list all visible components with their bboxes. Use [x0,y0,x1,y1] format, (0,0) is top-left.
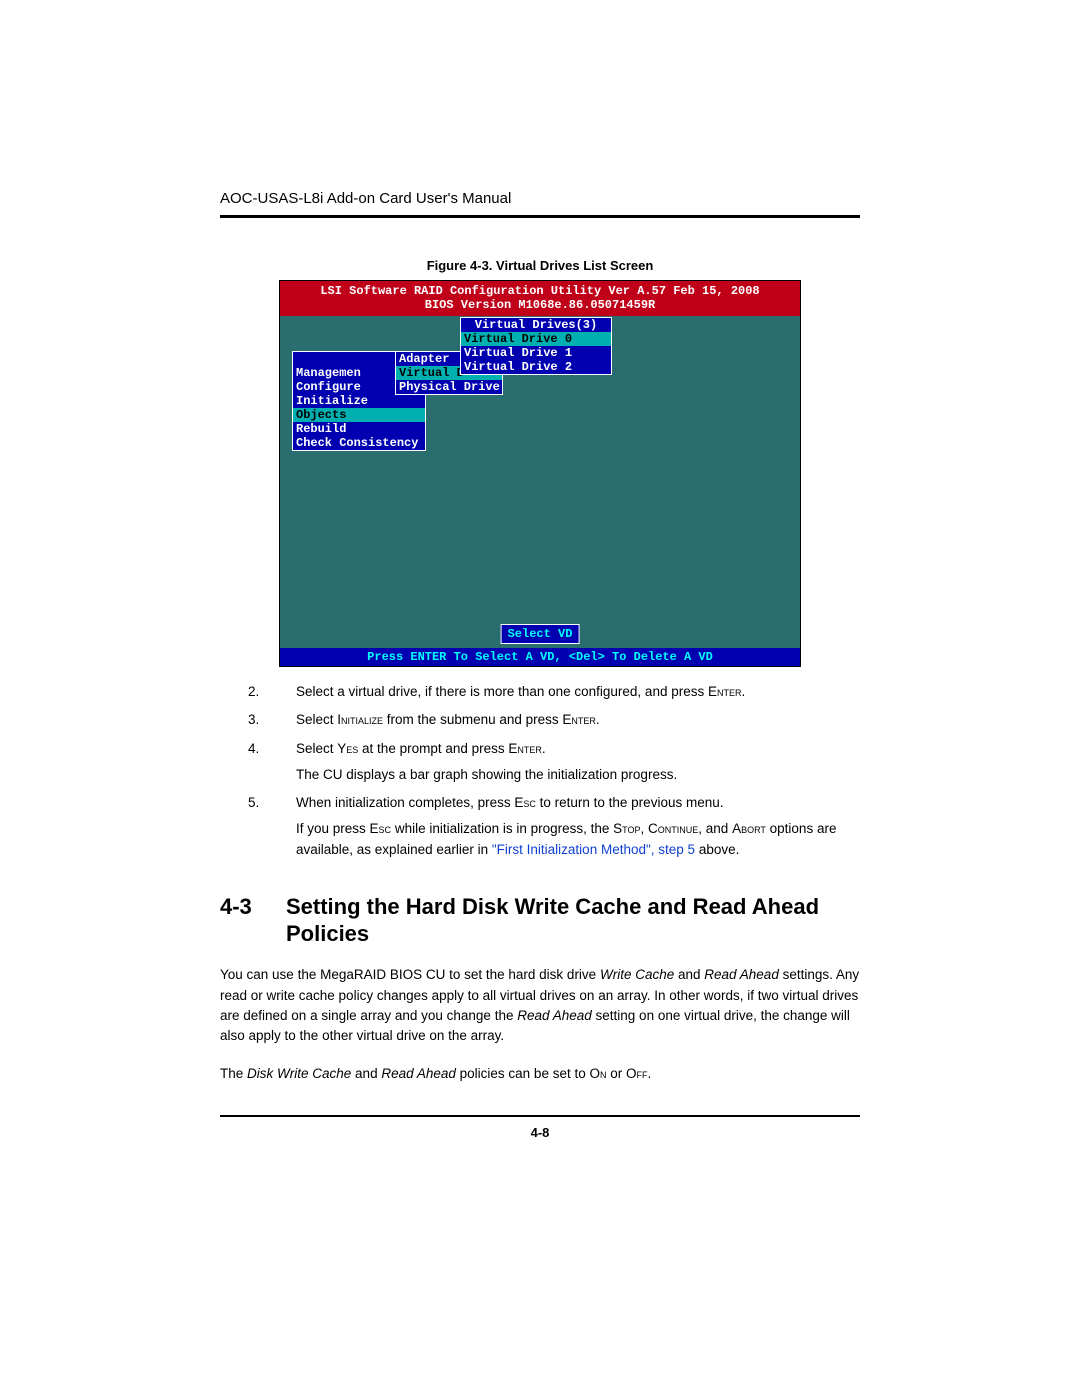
bios-screenshot: LSI Software RAID Configuration Utility … [280,281,800,666]
body-text: or [606,1066,626,1081]
menu-item-initialize[interactable]: Initialize [293,394,425,408]
step-text: , and [698,821,732,836]
page-number: 4-8 [220,1125,860,1140]
key-initialize: Initialize [337,712,383,727]
body-paragraph-2: The Disk Write Cache and Read Ahead poli… [220,1064,860,1084]
key-esc: Esc [514,795,536,810]
section-number: 4-3 [220,894,286,948]
key-enter: Enter [708,684,742,699]
menu-item-objects[interactable]: Objects [293,408,425,422]
key-esc: Esc [370,821,392,836]
xref-link[interactable]: "First Initialization Method", step 5 [492,842,695,857]
step-text: If you press [296,821,370,836]
footer-rule [220,1115,860,1117]
step-5: 5. When initialization completes, press … [220,793,860,860]
body-paragraph-1: You can use the MegaRAID BIOS CU to set … [220,965,860,1046]
step-text: Select [296,741,337,756]
bios-footer: Press ENTER To Select A VD, <Del> To Del… [280,648,800,666]
body-text: The [220,1066,247,1081]
term-disk-write-cache: Disk Write Cache [247,1066,351,1081]
step-text: . [542,741,546,756]
bios-header: LSI Software RAID Configuration Utility … [280,281,800,316]
step-text: Select [296,712,337,727]
body-text: . [648,1066,652,1081]
menu-item-physical-drive[interactable]: Physical Drive [396,380,502,394]
value-on: On [589,1066,606,1081]
header-rule [220,215,860,218]
menu-item-check-consistency[interactable]: Check Consistency [293,436,425,450]
key-stop: Stop [613,821,640,836]
running-header: AOC-USAS-L8i Add-on Card User's Manual [220,190,860,207]
step-text: at the prompt and press [358,741,508,756]
body-text: policies can be set to [456,1066,590,1081]
body-text: and [674,967,704,982]
key-abort: Abort [732,821,766,836]
term-write-cache: Write Cache [600,967,674,982]
step-text: When initialization completes, press [296,795,514,810]
step-3: 3. Select Initialize from the submenu an… [220,710,860,730]
bios-vd-title: Virtual Drives(3) [461,318,611,332]
body-text: and [351,1066,381,1081]
menu-item-rebuild[interactable]: Rebuild [293,422,425,436]
bios-header-line2: BIOS Version M1068e.86.05071459R [280,298,800,312]
menu-item-vd1[interactable]: Virtual Drive 1 [461,346,611,360]
key-enter: Enter [562,712,596,727]
body-text: You can use the MegaRAID BIOS CU to set … [220,967,600,982]
step-number: 4. [220,739,296,786]
section-heading: 4-3 Setting the Hard Disk Write Cache an… [220,894,860,948]
figure-caption: Figure 4-3. Virtual Drives List Screen [220,258,860,273]
step-text: Select a virtual drive, if there is more… [296,684,708,699]
key-enter: Enter [508,741,542,756]
value-off: Off [626,1066,648,1081]
step-text: to return to the previous menu. [536,795,724,810]
key-yes: Yes [337,741,358,756]
menu-item-vd2[interactable]: Virtual Drive 2 [461,360,611,374]
term-read-ahead: Read Ahead [704,967,779,982]
step-2: 2. Select a virtual drive, if there is m… [220,682,860,702]
section-title: Setting the Hard Disk Write Cache and Re… [286,894,860,948]
step-text: . [741,684,745,699]
bios-vd-menu: Virtual Drives(3) Virtual Drive 0 Virtua… [460,317,612,375]
step-text: from the submenu and press [383,712,562,727]
step-text: , [641,821,649,836]
bios-header-line1: LSI Software RAID Configuration Utility … [280,284,800,298]
step-note: The CU displays a bar graph showing the … [296,765,860,785]
step-number: 3. [220,710,296,730]
step-text: . [596,712,600,727]
step-number: 2. [220,682,296,702]
step-number: 5. [220,793,296,860]
step-text: above. [695,842,739,857]
step-4: 4. Select Yes at the prompt and press En… [220,739,860,786]
bios-select-vd-hint: Select VD [501,624,580,644]
step-text: while initialization is in progress, the [391,821,613,836]
step-note: If you press Esc while initialization is… [296,819,860,860]
menu-item-vd0[interactable]: Virtual Drive 0 [461,332,611,346]
term-read-ahead: Read Ahead [517,1008,592,1023]
term-read-ahead: Read Ahead [381,1066,456,1081]
instruction-list: 2. Select a virtual drive, if there is m… [220,682,860,860]
key-continue: Continue [648,821,698,836]
